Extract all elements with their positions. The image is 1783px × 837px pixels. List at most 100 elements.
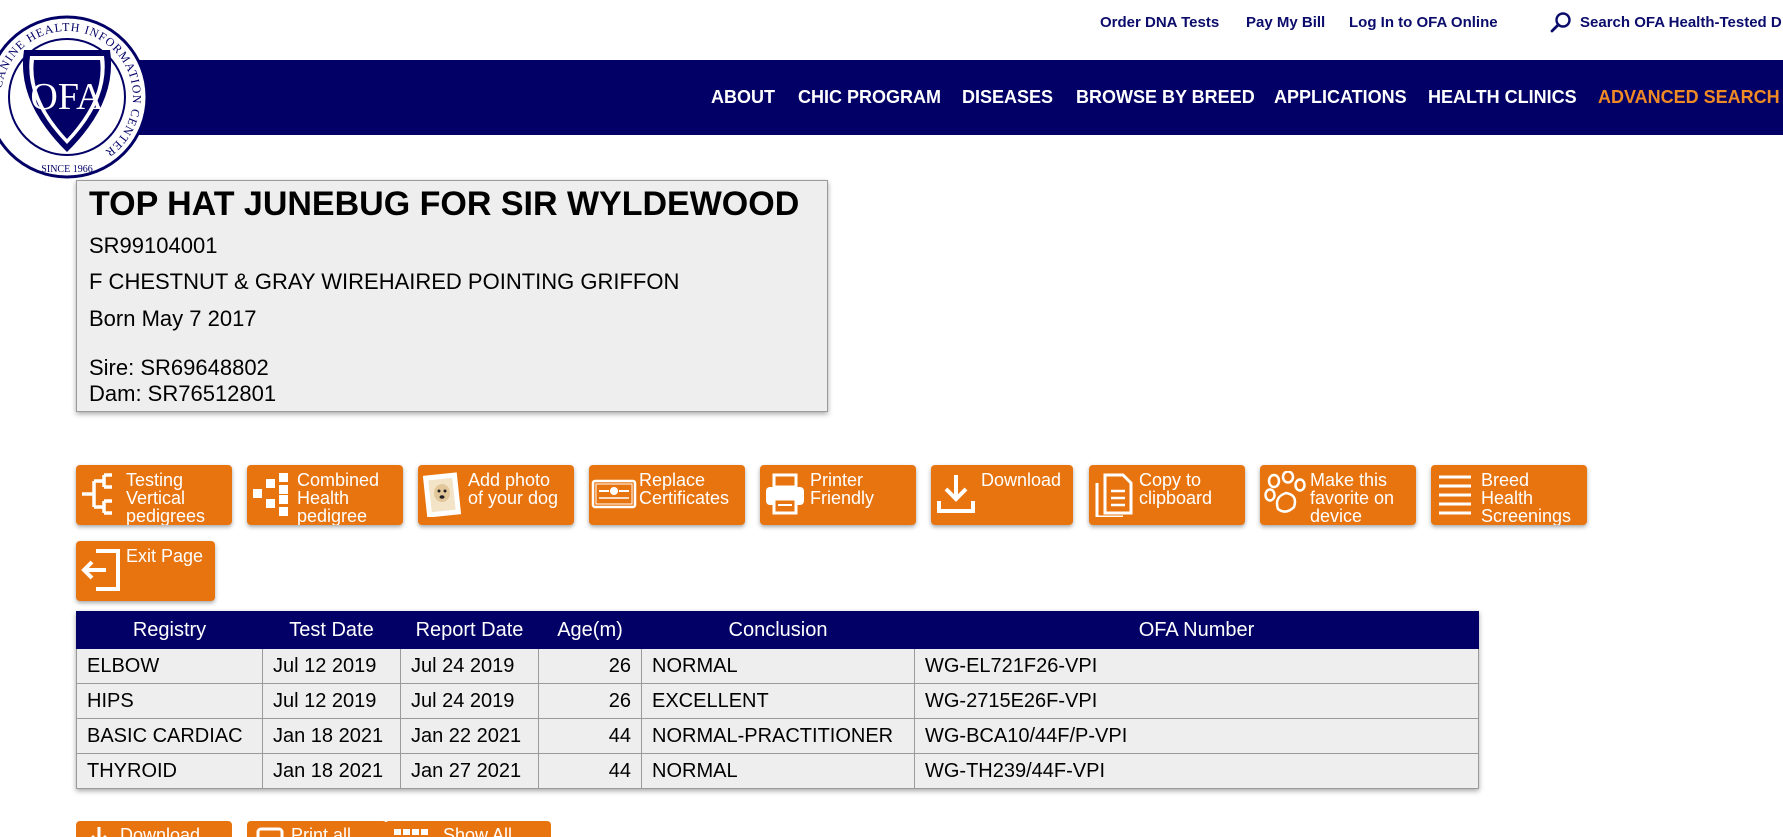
header-registry: Registry	[76, 611, 263, 649]
download-button[interactable]: Download	[931, 465, 1073, 525]
download-label: Download	[981, 470, 1062, 490]
printer-icon	[766, 473, 804, 515]
cell-ofa-number: WG-BCA10/44F/P-VPI	[914, 718, 1479, 754]
cell-registry: ELBOW	[76, 648, 263, 684]
cell-registry: HIPS	[76, 683, 263, 719]
header-age: Age(m)	[538, 611, 642, 649]
pedigree-tree-icon	[82, 473, 112, 515]
breed-health-screenings-button[interactable]: Breed Health Screenings	[1431, 465, 1587, 525]
nav-chic-program[interactable]: CHIC PROGRAM	[798, 87, 941, 108]
show-all-button[interactable]: Show All	[385, 821, 551, 837]
exit-page-label: Exit Page	[126, 546, 204, 566]
cell-registry: BASIC CARDIAC	[76, 718, 263, 754]
dog-registration: SR99104001	[89, 233, 218, 258]
dog-dam: Dam: SR76512801	[89, 381, 277, 406]
nav-advanced-search[interactable]: ADVANCED SEARCH	[1598, 87, 1780, 108]
dog-born: Born May 7 2017	[89, 306, 257, 331]
ofa-logo[interactable]: CANINE HEALTH INFORMATION CENTER OFA SIN…	[0, 12, 148, 182]
nav-health-clinics[interactable]: HEALTH CLINICS	[1428, 87, 1577, 108]
printer-icon	[256, 827, 284, 837]
cell-ofa-number: WG-2715E26F-VPI	[914, 683, 1479, 719]
dog-description: F CHESTNUT & GRAY WIREHAIRED POINTING GR…	[89, 269, 680, 294]
paw-icon	[1264, 471, 1306, 513]
add-photo-button[interactable]: Add photo of your dog	[418, 465, 574, 525]
cell-ofa-number: WG-EL721F26-VPI	[914, 648, 1479, 684]
page: Order DNA Tests Pay My Bill Log In to OF…	[0, 0, 1783, 837]
table-row: BASIC CARDIAC Jan 18 2021 Jan 22 2021 44…	[76, 718, 1479, 754]
pay-my-bill-link[interactable]: Pay My Bill	[1246, 14, 1325, 31]
nav-browse-by-breed[interactable]: BROWSE BY BREED	[1076, 87, 1255, 108]
table-row: HIPS Jul 12 2019 Jul 24 2019 26 EXCELLEN…	[76, 683, 1479, 719]
cell-age: 44	[538, 718, 642, 754]
table-header-row: Registry Test Date Report Date Age(m) Co…	[76, 611, 1479, 649]
cell-conclusion: NORMAL	[641, 753, 915, 789]
make-favorite-button[interactable]: Make this favorite on device	[1260, 465, 1416, 525]
cell-conclusion: NORMAL-PRACTITIONER	[641, 718, 915, 754]
print-all-label: Print all	[291, 825, 352, 837]
replace-certificates-label: Replace Certificates	[639, 470, 730, 508]
cell-registry: THYROID	[76, 753, 263, 789]
cell-age: 44	[538, 753, 642, 789]
download-icon	[937, 475, 975, 513]
show-all-label: Show All	[443, 825, 513, 837]
table-row: ELBOW Jul 12 2019 Jul 24 2019 26 NORMAL …	[76, 648, 1479, 684]
combined-health-pedigree-label: Combined Health pedigree	[297, 470, 380, 525]
health-records-table: Registry Test Date Report Date Age(m) Co…	[76, 611, 1479, 789]
cell-report-date: Jul 24 2019	[400, 648, 539, 684]
dog-name: TOP HAT JUNEBUG FOR SIR WYLDEWOOD	[89, 185, 800, 223]
dog-photo-icon	[422, 472, 462, 517]
copy-to-clipboard-button[interactable]: Copy to clipboard	[1089, 465, 1245, 525]
download-icon	[91, 827, 107, 837]
clipboard-icon	[1095, 473, 1133, 517]
grid-icon	[394, 829, 428, 835]
cell-conclusion: EXCELLENT	[641, 683, 915, 719]
cell-conclusion: NORMAL	[641, 648, 915, 684]
make-favorite-label: Make this favorite on device	[1310, 470, 1395, 525]
search-label: Search OFA Health-Tested D	[1580, 13, 1782, 31]
list-icon	[1439, 475, 1471, 515]
bottom-download-label: Download	[120, 825, 201, 837]
certificate-icon	[591, 479, 637, 509]
combined-health-pedigree-button[interactable]: Combined Health pedigree	[247, 465, 403, 525]
utility-bar: Order DNA Tests Pay My Bill Log In to OF…	[0, 0, 1783, 60]
cell-age: 26	[538, 648, 642, 684]
breed-health-screenings-label: Breed Health Screenings	[1481, 470, 1572, 525]
nav-diseases[interactable]: DISEASES	[962, 87, 1053, 108]
nav-applications[interactable]: APPLICATIONS	[1274, 87, 1407, 108]
nav-about[interactable]: ABOUT	[711, 87, 775, 108]
cell-report-date: Jan 22 2021	[400, 718, 539, 754]
cell-test-date: Jan 18 2021	[262, 718, 401, 754]
printer-friendly-button[interactable]: Printer Friendly	[760, 465, 916, 525]
cell-test-date: Jul 12 2019	[262, 683, 401, 719]
search-icon	[1550, 12, 1571, 33]
copy-to-clipboard-label: Copy to clipboard	[1139, 470, 1213, 508]
print-all-button[interactable]: Print all	[247, 821, 387, 837]
log-in-link[interactable]: Log In to OFA Online	[1349, 14, 1498, 31]
cell-ofa-number: WG-TH239/44F-VPI	[914, 753, 1479, 789]
testing-vertical-pedigrees-button[interactable]: Testing Vertical pedigrees	[76, 465, 232, 525]
exit-icon	[81, 549, 120, 591]
cell-age: 26	[538, 683, 642, 719]
testing-vertical-pedigrees-label: Testing Vertical pedigrees	[126, 470, 206, 525]
cell-report-date: Jan 27 2021	[400, 753, 539, 789]
exit-page-button[interactable]: Exit Page	[76, 541, 215, 601]
cell-test-date: Jul 12 2019	[262, 648, 401, 684]
bottom-download-button[interactable]: Download	[76, 821, 232, 837]
table-row: THYROID Jan 18 2021 Jan 27 2021 44 NORMA…	[76, 753, 1479, 789]
header-ofa-number: OFA Number	[914, 611, 1479, 649]
dog-info-card: TOP HAT JUNEBUG FOR SIR WYLDEWOOD SR9910…	[76, 180, 828, 412]
main-nav: ABOUT CHIC PROGRAM DISEASES BROWSE BY BR…	[0, 60, 1783, 135]
dog-sire: Sire: SR69648802	[89, 355, 269, 380]
header-conclusion: Conclusion	[641, 611, 915, 649]
cell-test-date: Jan 18 2021	[262, 753, 401, 789]
logo-text: OFA	[30, 76, 104, 118]
printer-friendly-label: Printer Friendly	[810, 470, 875, 508]
logo-since: SINCE 1966	[41, 164, 92, 175]
replace-certificates-button[interactable]: Replace Certificates	[589, 465, 745, 525]
header-test-date: Test Date	[262, 611, 401, 649]
add-photo-label: Add photo of your dog	[468, 470, 559, 508]
order-dna-tests-link[interactable]: Order DNA Tests	[1100, 14, 1219, 31]
search-link[interactable]: Search OFA Health-Tested D	[1550, 10, 1782, 34]
combined-pedigree-icon	[253, 473, 288, 516]
cell-report-date: Jul 24 2019	[400, 683, 539, 719]
